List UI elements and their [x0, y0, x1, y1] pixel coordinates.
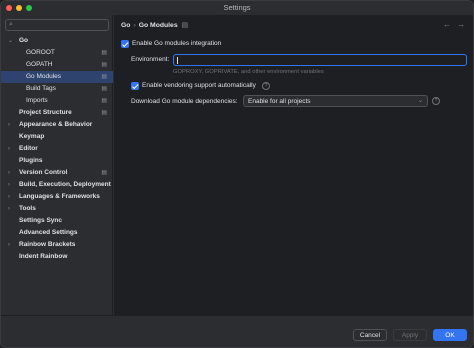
sidebar-item-label: Plugins: [19, 157, 43, 164]
download-help-icon[interactable]: ?: [432, 97, 440, 105]
sidebar-item[interactable]: Build Tags ▤: [1, 83, 113, 95]
navigation-arrows: ← →: [437, 20, 465, 29]
sidebar-item-label: Editor: [19, 145, 38, 152]
project-settings-icon: ▤: [181, 22, 189, 29]
sidebar-item[interactable]: › Version Control ▤: [1, 167, 113, 179]
chevron-down-icon: ⌄: [417, 98, 423, 104]
sidebar-item[interactable]: › Build, Execution, Deployment: [1, 179, 113, 191]
chevron-right-icon[interactable]: ›: [8, 119, 10, 131]
sidebar-item[interactable]: › Tools: [1, 203, 113, 215]
forward-arrow-icon[interactable]: →: [457, 20, 465, 29]
sidebar-item[interactable]: Keymap: [1, 131, 113, 143]
enable-go-modules-label: Enable Go modules integration: [132, 40, 222, 47]
environment-input[interactable]: [173, 54, 467, 66]
cancel-button[interactable]: Cancel: [353, 329, 387, 341]
sidebar-item[interactable]: GOROOT ▤: [1, 47, 113, 59]
chevron-right-icon[interactable]: ›: [8, 203, 10, 215]
sidebar-item[interactable]: Settings Sync: [1, 215, 113, 227]
settings-sidebar: ⌕ ⌄ Go GOROOT ▤ GOPATH ▤ Go Modules ▤ Build Tags…: [1, 15, 113, 337]
sidebar-item-label: Keymap: [19, 133, 45, 140]
sidebar-item-label: Imports: [26, 97, 48, 104]
settings-tree: ⌄ Go GOROOT ▤ GOPATH ▤ Go Modules ▤ Build Tags ▤ I…: [1, 35, 113, 263]
enable-vendoring-label: Enable vendoring support automatically: [142, 82, 256, 89]
sidebar-item[interactable]: › Rainbow Brackets: [1, 239, 113, 251]
environment-hint: GOPROXY, GOPRIVATE, and other environmen…: [173, 69, 324, 75]
sidebar-item[interactable]: › Editor: [1, 143, 113, 155]
sidebar-item[interactable]: Plugins: [1, 155, 113, 167]
sidebar-item[interactable]: ⌄ Go: [1, 35, 113, 47]
dialog-footer: Cancel Apply OK: [1, 315, 473, 347]
sidebar-item-label: Tools: [19, 205, 36, 212]
chevron-right-icon[interactable]: ›: [8, 167, 10, 179]
chevron-right-icon[interactable]: ›: [8, 179, 10, 191]
chevron-right-icon[interactable]: ›: [8, 191, 10, 203]
sidebar-item[interactable]: Imports ▤: [1, 95, 113, 107]
sidebar-item-label: Indent Rainbow: [19, 253, 68, 260]
breadcrumb: Go › Go Modules ▤: [121, 21, 188, 29]
project-settings-icon: ▤: [101, 86, 107, 92]
enable-go-modules-checkbox[interactable]: [121, 40, 129, 48]
apply-button[interactable]: Apply: [393, 329, 427, 341]
search-icon: ⌕: [9, 21, 13, 28]
sidebar-item[interactable]: › Appearance & Behavior: [1, 119, 113, 131]
ok-button[interactable]: OK: [433, 329, 467, 341]
download-dependencies-value: Enable for all projects: [248, 98, 311, 105]
sidebar-item[interactable]: Indent Rainbow: [1, 251, 113, 263]
sidebar-item-label: Advanced Settings: [19, 229, 78, 236]
breadcrumb-current: Go Modules: [138, 22, 178, 29]
sidebar-item-label: Build Tags: [26, 85, 56, 92]
project-settings-icon: ▤: [101, 62, 107, 68]
project-settings-icon: ▤: [101, 110, 107, 116]
environment-label: Environment:: [131, 56, 170, 63]
breadcrumb-parent[interactable]: Go: [121, 22, 130, 29]
sidebar-item-label: Build, Execution, Deployment: [19, 181, 111, 188]
sidebar-item-label: Rainbow Brackets: [19, 241, 76, 248]
sidebar-item-label: Settings Sync: [19, 217, 62, 224]
project-settings-icon: ▤: [101, 74, 107, 80]
project-settings-icon: ▤: [101, 98, 107, 104]
sidebar-item-label: Go: [19, 37, 29, 44]
sidebar-item-label: GOROOT: [26, 49, 55, 56]
sidebar-item[interactable]: Go Modules ▤: [1, 71, 113, 83]
sidebar-item[interactable]: Project Structure ▤: [1, 107, 113, 119]
back-arrow-icon[interactable]: ←: [443, 20, 451, 29]
settings-content: Go › Go Modules ▤ ← → Enable Go modules inte…: [114, 15, 473, 315]
settings-window: Settings ⌕ ⌄ Go GOROOT ▤ GOPATH ▤ Go Modules ▤ B…: [0, 0, 474, 348]
sidebar-item-label: Appearance & Behavior: [19, 121, 93, 128]
sidebar-item[interactable]: GOPATH ▤: [1, 59, 113, 71]
sidebar-item-label: Go Modules: [26, 73, 62, 80]
sidebar-item-label: GOPATH: [26, 61, 53, 68]
title-bar: Settings: [1, 1, 473, 15]
window-title: Settings: [223, 3, 251, 12]
sidebar-item-label: Version Control: [19, 169, 68, 176]
download-dependencies-select[interactable]: Enable for all projects ⌄: [243, 95, 428, 107]
chevron-right-icon[interactable]: ›: [8, 239, 10, 251]
chevron-right-icon[interactable]: ›: [8, 143, 10, 155]
sidebar-item[interactable]: › Languages & Frameworks: [1, 191, 113, 203]
vendoring-help-icon[interactable]: ?: [262, 82, 270, 90]
sidebar-item-label: Languages & Frameworks: [19, 193, 100, 200]
enable-vendoring-checkbox[interactable]: [131, 82, 139, 90]
breadcrumb-separator: ›: [133, 22, 136, 29]
settings-search-input[interactable]: ⌕: [5, 19, 109, 31]
chevron-down-icon[interactable]: ⌄: [8, 35, 13, 47]
sidebar-item-label: Project Structure: [19, 109, 72, 116]
download-dependencies-label: Download Go module dependencies:: [131, 98, 238, 105]
text-caret: [177, 57, 178, 64]
project-settings-icon: ▤: [101, 50, 107, 56]
project-settings-icon: ▤: [101, 170, 107, 176]
sidebar-item[interactable]: Advanced Settings: [1, 227, 113, 239]
